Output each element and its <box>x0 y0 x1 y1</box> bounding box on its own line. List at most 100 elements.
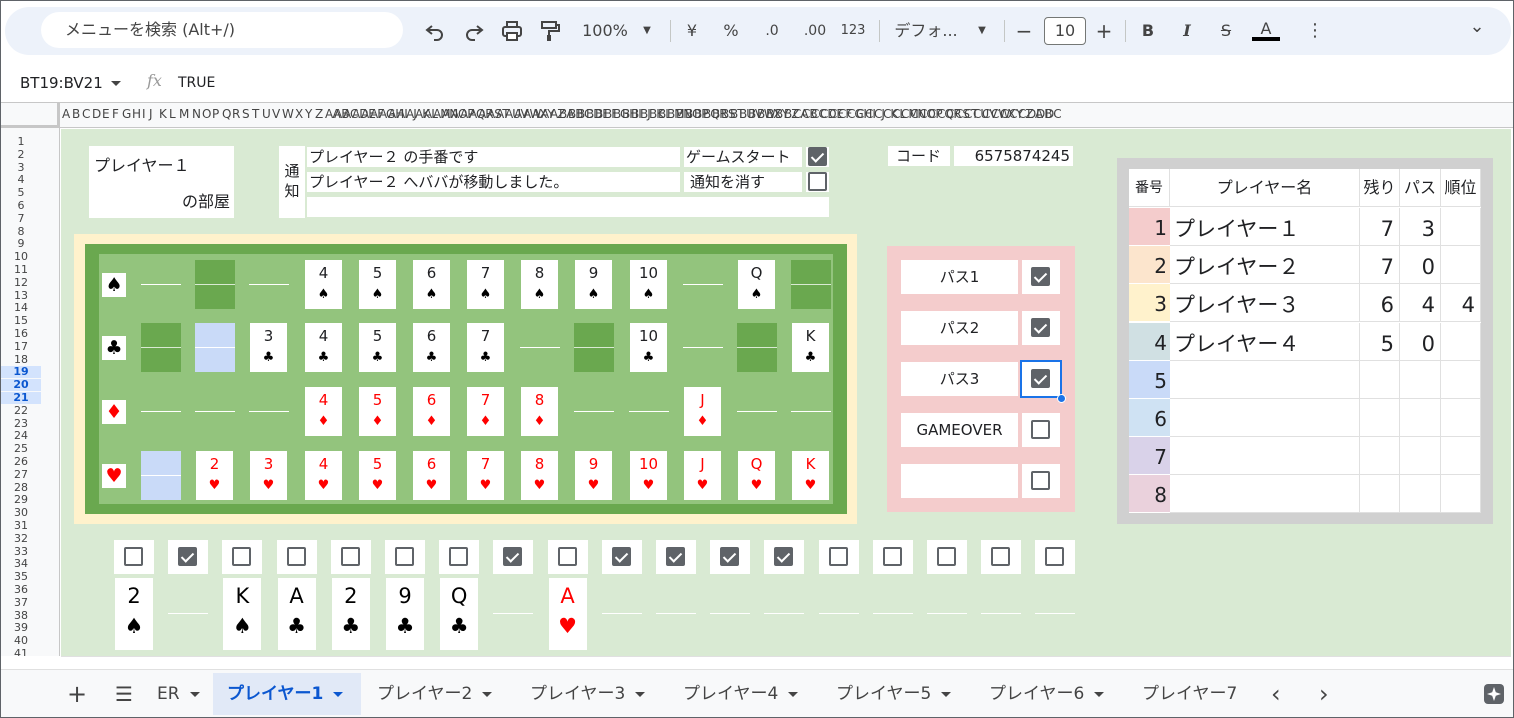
dismiss-notice-checkbox[interactable] <box>808 172 827 191</box>
tab-6[interactable]: プレイヤー6 <box>975 673 1125 715</box>
row-header-27[interactable]: 27 <box>1 468 41 481</box>
collapse-toolbar-icon[interactable]: ⌄ <box>1467 15 1487 39</box>
row-header-29[interactable]: 29 <box>1 494 41 506</box>
row-header-28[interactable]: 28 <box>1 481 41 494</box>
column-header-r[interactable]: R <box>232 107 240 121</box>
pass-checkbox-2[interactable] <box>1031 318 1050 337</box>
row-header-39[interactable]: 39 <box>1 622 41 634</box>
hand-checkbox-16[interactable] <box>937 547 956 566</box>
row-header-32[interactable]: 32 <box>1 532 41 545</box>
tab-2[interactable]: プレイヤー2 <box>363 673 513 715</box>
column-header-x[interactable]: X <box>295 107 303 121</box>
name-box[interactable]: BT19:BV21 <box>20 73 103 93</box>
row-header-1[interactable]: 1 <box>1 136 41 148</box>
font-size-increase-button[interactable]: + <box>1094 19 1114 43</box>
tab-menu-icon[interactable] <box>635 691 646 697</box>
column-header-z[interactable]: Z <box>315 107 323 121</box>
hand-card-1[interactable]: 2 ♠ <box>115 578 153 650</box>
row-header-4[interactable]: 4 <box>1 174 41 186</box>
hand-checkbox-15[interactable] <box>882 547 902 566</box>
hand-checkbox-1[interactable] <box>124 547 143 566</box>
column-header-h[interactable]: H <box>132 107 141 121</box>
row-header-13[interactable]: 13 <box>1 289 41 302</box>
hand-checkbox-8[interactable] <box>503 547 523 566</box>
row-header-23[interactable]: 23 <box>1 417 41 430</box>
hand-checkbox-12[interactable] <box>720 547 740 566</box>
row-header-22[interactable]: 22 <box>1 404 41 417</box>
row-header-33[interactable]: 33 <box>1 545 41 558</box>
hand-checkbox-3[interactable] <box>232 547 252 566</box>
game-start-checkbox[interactable] <box>808 147 827 166</box>
row-header-38[interactable]: 38 <box>1 609 41 622</box>
tab-1[interactable]: プレイヤー1 <box>213 673 361 715</box>
column-header-t[interactable]: T <box>252 107 259 121</box>
column-header-p[interactable]: P <box>212 107 219 121</box>
tab-7[interactable]: プレイヤー7 <box>1128 673 1258 715</box>
column-header-g[interactable]: G <box>122 107 131 121</box>
tab-truncated[interactable]: ER <box>147 673 207 715</box>
row-header-12[interactable]: 12 <box>1 276 41 289</box>
font-select[interactable]: デフォ... <box>891 19 961 43</box>
increase-decimal-button[interactable]: .00 <box>797 19 833 43</box>
row-header-21[interactable]: 21 <box>1 392 41 404</box>
row-header-30[interactable]: 30 <box>1 507 41 519</box>
tab-menu-icon[interactable] <box>1094 691 1105 697</box>
tab-menu-icon[interactable] <box>941 691 952 697</box>
column-header-l[interactable]: L <box>169 107 176 121</box>
hand-card-3[interactable]: K ♠ <box>223 578 262 650</box>
row-header-37[interactable]: 37 <box>1 596 41 609</box>
row-header-8[interactable]: 8 <box>1 225 41 238</box>
strikethrough-button[interactable]: S <box>1216 19 1236 43</box>
column-header-b[interactable]: B <box>72 107 80 121</box>
font-dropdown-icon[interactable]: ▼ <box>972 19 992 43</box>
zoom-dropdown-icon[interactable]: ▼ <box>637 19 657 43</box>
hand-checkbox-4[interactable] <box>286 547 306 566</box>
hand-checkbox-10[interactable] <box>611 547 631 566</box>
column-header-q[interactable]: Q <box>222 107 232 121</box>
row-headers[interactable]: 1 2 3 4 5 6 7 8 9 10 11 12 13 14 15 16 17 18 19 20 21 22 23 24 2… <box>1 128 60 656</box>
hand-card-4[interactable]: A ♣ <box>277 578 316 650</box>
row-header-40[interactable]: 40 <box>1 635 41 647</box>
column-header-i[interactable]: I <box>142 107 145 121</box>
font-size-input[interactable]: 10 <box>1044 17 1086 45</box>
row-header-16[interactable]: 16 <box>1 328 41 340</box>
column-header-e[interactable]: E <box>102 107 110 121</box>
row-header-19[interactable]: 19 <box>1 366 41 379</box>
paint-format-icon[interactable] <box>538 19 562 43</box>
bold-button[interactable]: B <box>1138 19 1158 43</box>
hand-checkbox-6[interactable] <box>395 547 414 566</box>
hand-card-7[interactable]: Q ♣ <box>440 578 479 650</box>
pass-checkbox-1[interactable] <box>1031 267 1050 286</box>
row-header-20[interactable]: 20 <box>1 379 41 392</box>
column-header-o[interactable]: O <box>202 107 212 121</box>
fill-handle[interactable] <box>1057 394 1066 403</box>
row-header-18[interactable]: 18 <box>1 353 41 366</box>
hand-checkbox-11[interactable] <box>666 547 685 566</box>
hand-checkbox-13[interactable] <box>774 547 794 566</box>
name-box-dropdown-icon[interactable] <box>111 81 121 86</box>
text-color-button[interactable]: A <box>1252 19 1280 41</box>
column-header-n[interactable]: N <box>192 107 201 121</box>
row-header-11[interactable]: 11 <box>1 264 41 276</box>
row-header-14[interactable]: 14 <box>1 302 41 314</box>
pass-checkbox-4[interactable] <box>1031 420 1050 439</box>
row-header-36[interactable]: 36 <box>1 584 41 596</box>
tab-menu-icon[interactable] <box>333 691 344 697</box>
next-tabs-button[interactable]: › <box>1311 673 1341 715</box>
row-header-41[interactable]: 41 <box>1 648 41 657</box>
column-header-d[interactable]: D <box>92 107 101 121</box>
tab-menu-icon[interactable] <box>788 691 799 697</box>
redo-icon[interactable] <box>462 19 486 43</box>
hand-checkbox-9[interactable] <box>557 547 577 566</box>
row-header-6[interactable]: 6 <box>1 200 41 212</box>
row-header-35[interactable]: 35 <box>1 571 41 583</box>
row-header-15[interactable]: 15 <box>1 315 41 327</box>
select-all-corner[interactable] <box>1 102 60 128</box>
all-sheets-button[interactable]: ☰ <box>105 673 145 715</box>
explore-icon[interactable] <box>1482 682 1506 706</box>
more-options-icon[interactable]: ⋮ <box>1305 19 1325 43</box>
font-size-decrease-button[interactable]: − <box>1014 19 1034 43</box>
row-header-10[interactable]: 10 <box>1 251 41 263</box>
row-header-17[interactable]: 17 <box>1 340 41 353</box>
row-header-31[interactable]: 31 <box>1 520 41 532</box>
